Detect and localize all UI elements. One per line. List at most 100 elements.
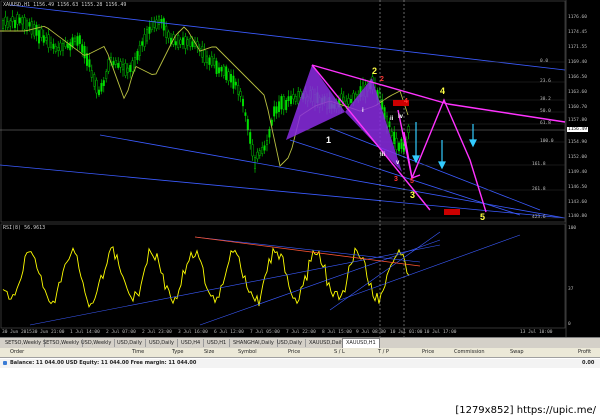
target-price-box (444, 209, 460, 215)
col-price[interactable]: Price (288, 349, 300, 355)
candle-body (174, 41, 177, 46)
rsi-trendlines (29, 231, 521, 326)
candle-body (35, 24, 38, 36)
col-type[interactable]: Type (172, 349, 183, 355)
candle-body (64, 41, 67, 47)
tab-setso-weekly[interactable]: SETSO,Weekly (2, 339, 46, 347)
candle-body (78, 35, 81, 44)
chart-title: XAUUSD,H1 1156.49 1156.63 1155.28 1156.4… (3, 2, 127, 8)
candle-body (47, 34, 50, 48)
candle-body (239, 91, 242, 97)
candle-body (275, 106, 278, 114)
candle-body (97, 89, 100, 96)
tab-setso-weekly-2[interactable]: SETSO,Weekly (40, 339, 84, 347)
balance-row[interactable]: Balance: 11 044.00 USD Equity: 11 044.00… (0, 359, 600, 368)
candle-body (131, 60, 134, 72)
subwave-iii: iii (380, 152, 386, 158)
tab-shanghai-daily[interactable]: SHANGHAI,Daily (230, 339, 278, 347)
col-time[interactable]: Time (132, 349, 144, 355)
candle-body (246, 119, 249, 131)
time-tick: 7 Jul 05:00 (250, 330, 280, 335)
candle-body (390, 131, 393, 136)
current-price-tag: 1156.49 (567, 127, 588, 132)
candle-body (13, 20, 16, 28)
tab-usd-h1[interactable]: USD,H1 (204, 339, 231, 347)
candle-body (9, 20, 12, 27)
rsi-indicator[interactable] (2, 246, 410, 309)
price-tick: 1174.45 (568, 30, 587, 35)
candle-body (201, 46, 204, 58)
col-price-current[interactable]: Price (422, 349, 434, 355)
col-order[interactable]: Order (10, 349, 24, 355)
col-tp[interactable]: T / P (378, 349, 389, 355)
tab-usd-weekly[interactable]: USD,Weekly (78, 339, 116, 347)
col-symbol[interactable]: Symbol (238, 349, 257, 355)
balance-icon (3, 361, 7, 365)
col-profit[interactable]: Profit (578, 349, 591, 355)
candle-body (30, 21, 33, 35)
balance-profit: 0.00 (582, 360, 595, 366)
wave-label-4: 4 (440, 86, 446, 96)
col-commission[interactable]: Commission (454, 349, 485, 355)
candle-body (143, 34, 146, 47)
tab-usd-h4[interactable]: USD,H4 (178, 339, 205, 347)
candle-body (69, 42, 72, 51)
candle-body (102, 80, 105, 87)
price-tick: 1140.80 (568, 214, 587, 219)
col-swap[interactable]: Swap (510, 349, 524, 355)
tab-usd-daily-3[interactable]: USD,Daily (274, 339, 306, 347)
candle-body (191, 41, 194, 48)
candle-body (107, 59, 110, 72)
candle-body (6, 21, 9, 28)
candle-body (229, 74, 232, 83)
price-tick: 1154.90 (568, 140, 587, 145)
candle-body (342, 96, 345, 102)
candle-body (117, 63, 120, 68)
price-tick: 1143.60 (568, 200, 587, 205)
candle-body (83, 46, 86, 59)
candle-body (81, 44, 84, 53)
candle-body (189, 38, 192, 47)
candle-body (268, 128, 271, 138)
price-chart[interactable] (0, 0, 600, 337)
channel-lines (0, 4, 566, 219)
wave-label-2: 2 (372, 66, 378, 76)
candle-body (66, 43, 69, 49)
candle-body (157, 16, 160, 25)
candle-body (222, 65, 225, 76)
tab-usd-daily-2[interactable]: USD,Daily (146, 339, 178, 347)
terminal-panel: Order Time Type Size Symbol Price S / L … (0, 348, 600, 400)
candle-body (287, 96, 290, 102)
tab-usd-daily[interactable]: USD,Daily (114, 339, 146, 347)
candle-body (28, 22, 31, 27)
candle-body (256, 151, 259, 160)
time-tick: 30 Jun 21:00 (32, 330, 65, 335)
candle-body (273, 106, 276, 117)
balance-text: Balance: 11 044.00 USD Equity: 11 044.00… (10, 360, 197, 366)
candle-body (95, 79, 98, 94)
subwave-i: i (362, 108, 364, 114)
candle-body (249, 132, 252, 144)
candle-body (241, 98, 244, 107)
harmonic-pattern-left[interactable] (286, 65, 345, 140)
price-tick: 1157.80 (568, 118, 587, 123)
candle-body (121, 64, 124, 71)
candle-body (208, 57, 211, 65)
fib-label: 23.6 (540, 79, 551, 84)
candle-body (18, 17, 21, 24)
candle-body (124, 63, 127, 76)
col-size[interactable]: Size (204, 349, 214, 355)
candle-body (282, 96, 285, 110)
col-sl[interactable]: S / L (334, 349, 345, 355)
chart-area[interactable]: XAUUSD,H1 1156.49 1156.63 1155.28 1156.4… (0, 0, 600, 337)
rsi-panel-frame (0, 223, 566, 329)
candle-body (258, 150, 261, 156)
candle-body (232, 75, 235, 89)
fib-label: 50.0 (540, 109, 551, 114)
time-tick: 13 Jul 10:00 (520, 330, 553, 335)
candle-body (177, 35, 180, 48)
candle-body (292, 94, 295, 100)
time-tick: 30 Jun 2015 (2, 330, 32, 335)
candle-body (57, 47, 60, 51)
price-tick: 1160.70 (568, 105, 587, 110)
